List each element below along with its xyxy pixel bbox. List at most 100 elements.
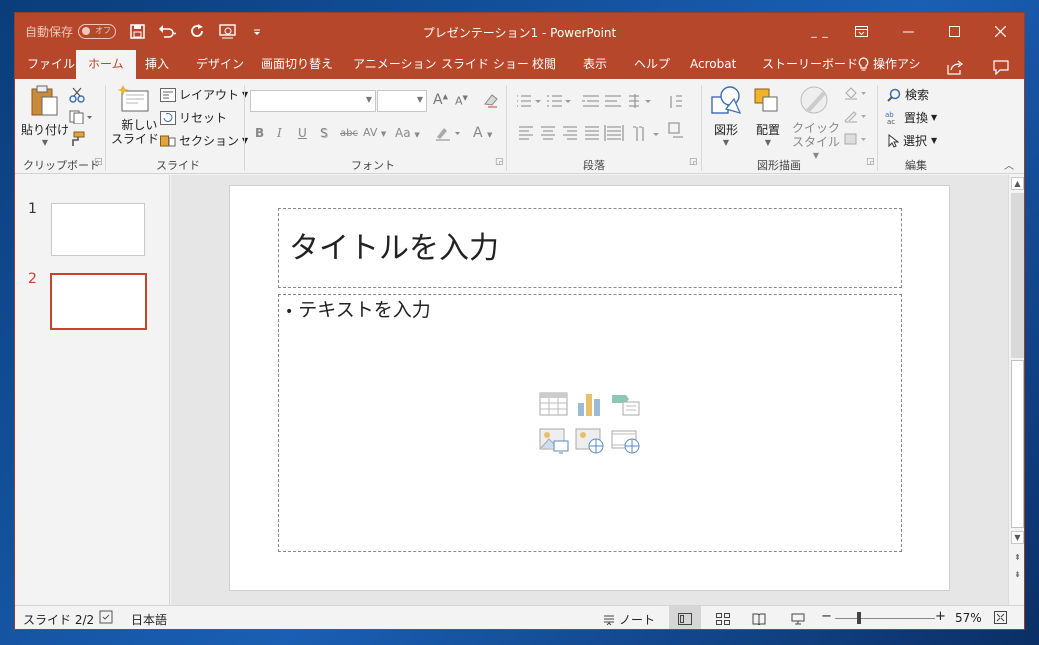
arrange-label: 配置 (756, 123, 781, 137)
language-indicator[interactable]: 日本語 (131, 611, 167, 628)
collapse-ribbon-icon[interactable]: ︿ (1004, 157, 1014, 172)
insert-smartart-icon[interactable] (611, 391, 641, 419)
fit-to-window-icon[interactable] (994, 611, 1007, 627)
font-launcher-icon[interactable]: ◲ (495, 157, 504, 167)
section-button[interactable]: セクション ▼ (160, 132, 248, 149)
tab-transitions[interactable]: 画面切り替え (261, 50, 333, 79)
replace-button[interactable]: ab ac 置換 ▼ (885, 109, 937, 126)
tab-animations[interactable]: アニメーション (353, 50, 437, 79)
paste-dropdown-icon: ▼ (41, 138, 49, 147)
drawing-launcher-icon[interactable]: ◲ (866, 157, 875, 167)
clipboard-launcher-icon[interactable]: ◲ (94, 157, 103, 167)
arrange-icon[interactable] (753, 85, 783, 120)
shapes-icon[interactable] (710, 85, 742, 120)
paste-button[interactable]: 貼り付け ▼ (21, 121, 69, 147)
copy-icon[interactable] (69, 110, 93, 127)
paste-icon[interactable] (29, 85, 59, 120)
new-slide-icon[interactable] (117, 85, 152, 118)
layout-button[interactable]: レイアウト ▼ (160, 86, 248, 103)
zoom-slider-thumb[interactable] (857, 612, 861, 624)
tab-view[interactable]: 表示 (583, 50, 607, 79)
account-marks: _ _ (811, 25, 829, 38)
layout-label: レイアウト (179, 88, 240, 102)
underline-button[interactable]: U (298, 126, 307, 140)
accessibility-icon[interactable] (99, 610, 113, 627)
strikethrough-button[interactable]: abc (340, 128, 358, 139)
slideshow-view-icon[interactable] (782, 606, 814, 629)
font-size-combo[interactable]: ▼ (377, 90, 427, 112)
zoom-in-button[interactable]: + (935, 609, 946, 624)
insert-table-icon[interactable] (539, 391, 569, 419)
notes-button[interactable]: ノート (603, 611, 655, 628)
reset-button[interactable]: リセット (160, 109, 227, 126)
shape-fill-icon[interactable] (843, 86, 871, 103)
tab-design[interactable]: デザイン (196, 50, 244, 79)
zoom-out-button[interactable]: − (821, 609, 832, 624)
scroll-up-button[interactable]: ▲ (1011, 177, 1024, 190)
notes-icon (604, 615, 614, 625)
scroll-track[interactable] (1011, 193, 1024, 358)
tab-acrobat[interactable]: Acrobat (690, 50, 736, 79)
italic-button[interactable]: I (277, 126, 282, 140)
tab-review[interactable]: 校閲 (532, 50, 556, 79)
slide-thumbnail[interactable] (51, 203, 145, 256)
shadow-button[interactable]: S (320, 126, 328, 140)
vertical-scrollbar[interactable]: ▲ ▼ ⇞ ⇟ (1008, 175, 1024, 605)
normal-view-icon[interactable] (669, 606, 701, 629)
select-button[interactable]: 選択 ▼ (887, 132, 937, 149)
title-placeholder[interactable]: タイトルを入力 (278, 208, 902, 288)
minimize-button[interactable] (885, 13, 931, 50)
reading-view-icon[interactable] (743, 606, 775, 629)
bold-button[interactable]: B (255, 126, 264, 140)
insert-chart-icon[interactable] (575, 391, 605, 419)
drawing-group-label: 図形描画 (757, 159, 801, 172)
insert-online-picture-icon[interactable] (575, 427, 605, 455)
insert-picture-icon[interactable] (539, 427, 569, 455)
tab-slideshow[interactable]: スライド ショー (441, 50, 529, 79)
search-icon (887, 88, 901, 102)
highlight-icon[interactable] (435, 125, 463, 144)
content-placeholder[interactable]: • テキストを入力 (278, 294, 902, 552)
scroll-down-button[interactable]: ▼ (1011, 531, 1024, 544)
tab-insert[interactable]: 挿入 (145, 50, 169, 79)
clear-formatting-icon[interactable] (483, 92, 499, 111)
lightbulb-icon (858, 57, 869, 71)
zoom-slider-track[interactable] (835, 618, 935, 619)
paragraph-launcher-icon[interactable]: ◲ (689, 157, 698, 167)
shape-outline-icon[interactable] (843, 109, 871, 126)
shrink-font-icon[interactable]: A▼ (455, 94, 468, 108)
notes-label: ノート (619, 613, 656, 627)
tab-file[interactable]: ファイル (27, 50, 75, 79)
arrange-button[interactable]: 配置 ▼ (756, 121, 780, 147)
font-family-combo[interactable]: ▼ (250, 90, 376, 112)
slide-thumbnail-selected[interactable] (50, 273, 147, 330)
previous-slide-button[interactable]: ⇞ (1011, 551, 1024, 564)
paste-label: 貼り付け (21, 123, 70, 137)
change-case-button[interactable]: Aa ▼ (395, 126, 420, 140)
cut-icon[interactable] (69, 87, 85, 106)
zoom-level[interactable]: 57% (955, 611, 982, 625)
maximize-button[interactable] (931, 13, 977, 50)
paragraph-tools-icon[interactable] (513, 93, 693, 153)
format-painter-icon[interactable] (69, 131, 85, 150)
font-color-button[interactable]: A ▼ (473, 125, 492, 141)
shape-effects-icon[interactable] (843, 132, 871, 149)
scroll-thumb[interactable] (1011, 360, 1024, 528)
section-label: セクション (179, 134, 240, 148)
grow-font-icon[interactable]: A▲ (433, 92, 448, 108)
insert-video-icon[interactable] (611, 427, 641, 455)
tell-me-search[interactable]: 操作アシ (858, 50, 921, 79)
close-button[interactable] (977, 13, 1023, 50)
next-slide-button[interactable]: ⇟ (1011, 568, 1024, 581)
shapes-button[interactable]: 図形 ▼ (714, 121, 738, 147)
find-button[interactable]: 検索 (887, 86, 929, 103)
tab-home[interactable]: ホーム (76, 50, 136, 79)
tab-storyboard[interactable]: ストーリーボード (762, 50, 858, 79)
character-spacing-button[interactable]: AV ▼ (363, 126, 386, 139)
slide-sorter-icon[interactable] (707, 606, 739, 629)
tab-help[interactable]: ヘルプ (634, 50, 670, 79)
font-group-label: フォント (351, 159, 395, 172)
ribbon-display-options-icon[interactable] (838, 13, 884, 50)
svg-text:ac: ac (887, 118, 895, 125)
quick-styles-icon[interactable] (799, 85, 831, 120)
